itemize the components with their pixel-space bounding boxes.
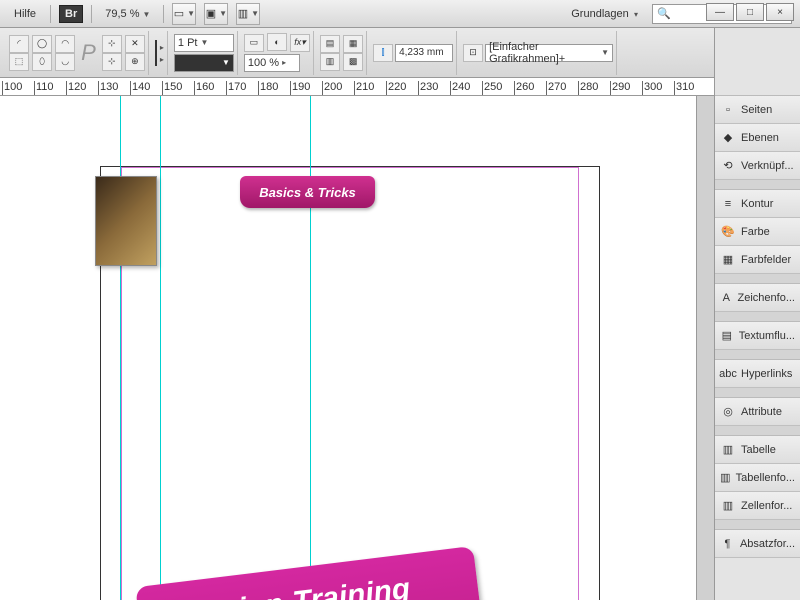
panel-ebenen[interactable]: ◆ Ebenen <box>715 124 800 152</box>
panel-tabelle[interactable]: ▥ Tabelle <box>715 436 800 464</box>
panel-icon: 🎨 <box>720 224 736 240</box>
panel-label: Attribute <box>741 406 782 418</box>
menu-bar: Hilfe Br 79,5 %▼ ▭▼ ▣▼ ▥▼ Grundlagen ▾ 🔍… <box>0 0 800 28</box>
panel-icon: ▤ <box>720 328 734 344</box>
panel-icon: ▥ <box>720 442 736 458</box>
object-style[interactable]: [Einfacher Grafikrahmen]+▼ <box>485 44 613 62</box>
tool-icon[interactable]: ◡ <box>55 53 75 71</box>
panel-label: Zeichenfo... <box>738 292 795 304</box>
panel-label: Verknüpf... <box>741 160 794 172</box>
panel-icon: ◆ <box>720 130 736 146</box>
margin-guides <box>121 167 579 600</box>
document-canvas[interactable]: Basics & Tricks InDesign-Training 12 h V… <box>0 96 714 600</box>
panel-label: Seiten <box>741 104 772 116</box>
fx-icon[interactable]: fx▾ <box>290 34 310 52</box>
image-frame[interactable] <box>95 176 157 266</box>
panel-dock: ▫ Seiten ◆ Ebenen ⟲ Verknüpf... ≡ Kontur 🎨 Farbe ▦… <box>714 28 800 600</box>
panel-label: Ebenen <box>741 132 779 144</box>
panel-label: Textumflu... <box>739 330 795 342</box>
view-options-icon[interactable]: ▭▼ <box>172 3 196 25</box>
maximize-button[interactable]: □ <box>736 3 764 21</box>
panel-icon: ▥ <box>720 470 731 486</box>
panel-icon: abc <box>720 366 736 382</box>
panel-icon: ▥ <box>720 498 736 514</box>
panel-absatzfor[interactable]: ¶ Absatzfor... <box>715 530 800 558</box>
frame-icon[interactable]: ⊡ <box>463 44 483 62</box>
panel-label: Absatzfor... <box>740 538 795 550</box>
tool-icon[interactable]: ⬯ <box>32 53 52 71</box>
tool-icon[interactable]: ◯ <box>32 35 52 53</box>
panel-icon: ≡ <box>720 196 736 212</box>
panel-icon: A <box>720 290 733 306</box>
panel-label: Farbfelder <box>741 254 791 266</box>
close-button[interactable]: × <box>766 3 794 21</box>
panel-seiten[interactable]: ▫ Seiten <box>715 96 800 124</box>
control-bar: ◜ ◯ ◠ ⬚ ⬯ ◡ P ⊹ ✕ ⊹ ⊕ ▸ ▸ 1 Pt ▼ ▼ ▭ ◐ f… <box>0 28 800 78</box>
zoom-level[interactable]: 79,5 %▼ <box>100 5 155 23</box>
panel-icon: ▫ <box>720 102 736 118</box>
stroke-weight[interactable]: 1 Pt ▼ <box>174 34 234 52</box>
tool-icon[interactable]: ◐ <box>267 33 287 51</box>
panel-icon: ◎ <box>720 404 736 420</box>
paragraph-icon[interactable]: P <box>77 40 100 66</box>
panel-zeichenfo[interactable]: A Zeichenfo... <box>715 284 800 312</box>
horizontal-ruler: 1001101201301401501601701801902002102202… <box>0 78 800 96</box>
minimize-button[interactable]: — <box>706 3 734 21</box>
tool-icon[interactable]: ⊕ <box>125 53 145 71</box>
stroke-style[interactable]: ▼ <box>174 54 234 72</box>
bridge-button[interactable]: Br <box>59 5 83 23</box>
panel-label: Tabellenfo... <box>736 472 795 484</box>
panel-label: Tabelle <box>741 444 776 456</box>
tool-icon[interactable]: ⬚ <box>9 53 29 71</box>
panel-label: Farbe <box>741 226 770 238</box>
wrap-icon[interactable]: ▩ <box>343 53 363 71</box>
panel-kontur[interactable]: ≡ Kontur <box>715 190 800 218</box>
panel-zellenfor[interactable]: ▥ Zellenfor... <box>715 492 800 520</box>
panel-tabellenfo[interactable]: ▥ Tabellenfo... <box>715 464 800 492</box>
guide[interactable] <box>310 96 311 600</box>
panel-verknpf[interactable]: ⟲ Verknüpf... <box>715 152 800 180</box>
guide[interactable] <box>160 96 161 600</box>
tool-icon[interactable]: ⊹ <box>102 53 122 71</box>
screen-mode-icon[interactable]: ▣▼ <box>204 3 228 25</box>
wrap-icon[interactable]: ▥ <box>320 53 340 71</box>
guide[interactable] <box>120 96 121 600</box>
opacity-input[interactable]: 100 % ▸ <box>244 54 300 72</box>
panel-attribute[interactable]: ◎ Attribute <box>715 398 800 426</box>
panel-icon: ▦ <box>720 252 736 268</box>
tool-icon[interactable]: ⊹ <box>102 35 122 53</box>
panel-collapse-strip[interactable] <box>696 96 714 600</box>
panel-label: Hyperlinks <box>741 368 792 380</box>
panel-textumflu[interactable]: ▤ Textumflu... <box>715 322 800 350</box>
tab-graphic[interactable]: Basics & Tricks <box>240 176 375 208</box>
size-input[interactable]: 4,233 mm <box>395 44 453 62</box>
panel-icon: ⟲ <box>720 158 736 174</box>
arrange-icon[interactable]: ▥▼ <box>236 3 260 25</box>
stroke-swatch[interactable] <box>155 52 157 66</box>
workspace-switcher[interactable]: Grundlagen ▾ <box>565 6 644 22</box>
wrap-icon[interactable]: ▦ <box>343 35 363 53</box>
tool-icon[interactable]: ▭ <box>244 34 264 52</box>
tool-icon[interactable]: ◠ <box>55 35 75 53</box>
panel-farbe[interactable]: 🎨 Farbe <box>715 218 800 246</box>
panel-label: Kontur <box>741 198 773 210</box>
wrap-icon[interactable]: ▤ <box>320 35 340 53</box>
panel-icon: ¶ <box>720 536 735 552</box>
panel-farbfelder[interactable]: ▦ Farbfelder <box>715 246 800 274</box>
panel-hyperlinks[interactable]: abc Hyperlinks <box>715 360 800 388</box>
help-menu[interactable]: Hilfe <box>8 6 42 22</box>
panel-label: Zellenfor... <box>741 500 792 512</box>
measure-icon[interactable]: ⫿ <box>373 44 393 62</box>
tool-icon[interactable]: ◜ <box>9 35 29 53</box>
tool-icon[interactable]: ✕ <box>125 35 145 53</box>
page <box>100 166 600 600</box>
